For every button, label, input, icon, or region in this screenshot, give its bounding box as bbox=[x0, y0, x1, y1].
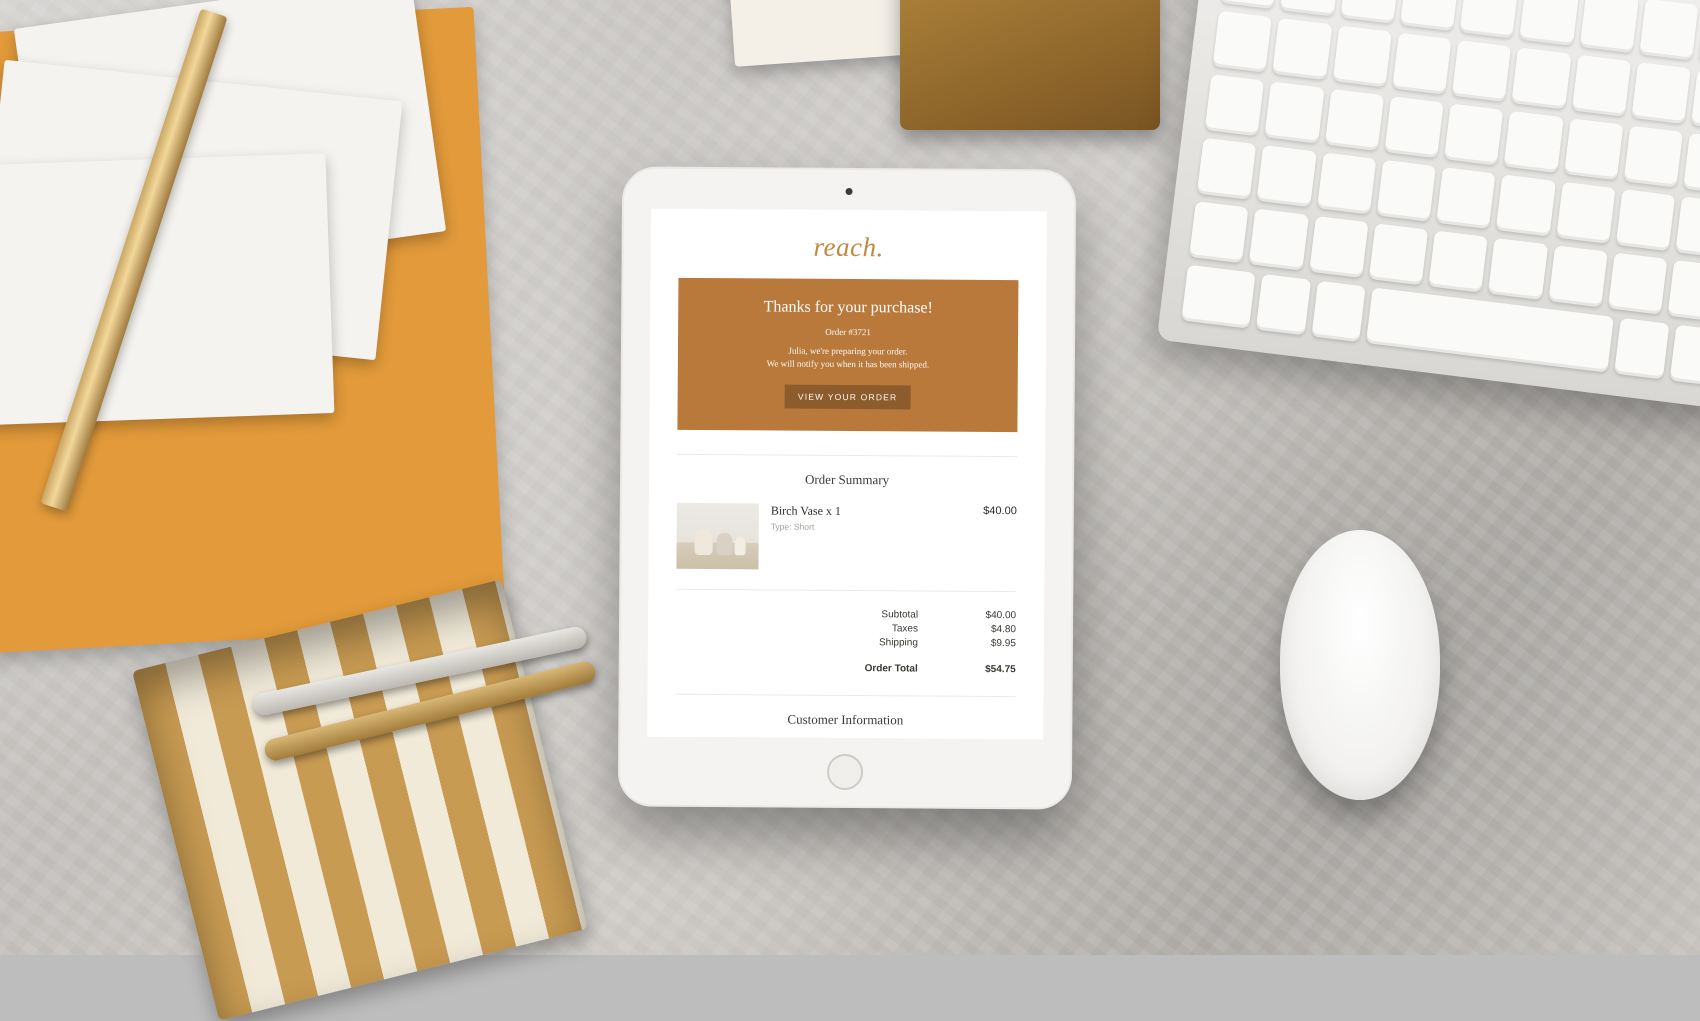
hero-message-line1: Julia, we're preparing your order. bbox=[788, 346, 907, 357]
thank-you-card: Thanks for your purchase! Order #3721 Ju… bbox=[677, 278, 1018, 432]
subtotal-value: $40.00 bbox=[966, 609, 1016, 620]
order-total-label: Order Total bbox=[848, 663, 918, 674]
order-number: Order #3721 bbox=[696, 326, 1000, 338]
tablet-camera bbox=[846, 188, 853, 195]
view-order-button[interactable]: VIEW YOUR ORDER bbox=[785, 385, 911, 410]
mouse bbox=[1280, 530, 1440, 800]
order-summary-heading: Order Summary bbox=[649, 471, 1045, 490]
product-thumbnail bbox=[676, 503, 758, 570]
tablet-device: reach. Thanks for your purchase! Order #… bbox=[618, 166, 1076, 809]
gold-clip-tray bbox=[900, 0, 1160, 130]
order-totals: Subtotal $40.00 Taxes $4.80 Shipping $9.… bbox=[676, 606, 1016, 676]
hero-title: Thanks for your purchase! bbox=[696, 298, 1000, 318]
order-line-item: Birch Vase x 1 Type: Short $40.00 bbox=[676, 503, 1017, 592]
product-name: Birch Vase x 1 bbox=[771, 504, 971, 520]
product-variant: Type: Short bbox=[771, 522, 971, 533]
divider bbox=[676, 694, 1016, 697]
taxes-value: $4.80 bbox=[966, 623, 1016, 634]
divider bbox=[677, 454, 1017, 457]
hero-message-line2: We will notify you when it has been ship… bbox=[767, 358, 930, 369]
tablet-home-button[interactable] bbox=[827, 754, 863, 790]
order-total-value: $54.75 bbox=[966, 663, 1016, 674]
shipping-label: Shipping bbox=[848, 637, 918, 648]
hero-message: Julia, we're preparing your order. We wi… bbox=[696, 344, 1000, 372]
brand-logo: reach. bbox=[650, 209, 1046, 281]
subtotal-label: Subtotal bbox=[848, 609, 918, 620]
shipping-value: $9.95 bbox=[966, 637, 1016, 648]
customer-info-heading: Customer Information bbox=[647, 711, 1043, 730]
product-price: $40.00 bbox=[983, 505, 1017, 517]
tablet-screen: reach. Thanks for your purchase! Order #… bbox=[647, 209, 1047, 740]
taxes-label: Taxes bbox=[848, 623, 918, 634]
